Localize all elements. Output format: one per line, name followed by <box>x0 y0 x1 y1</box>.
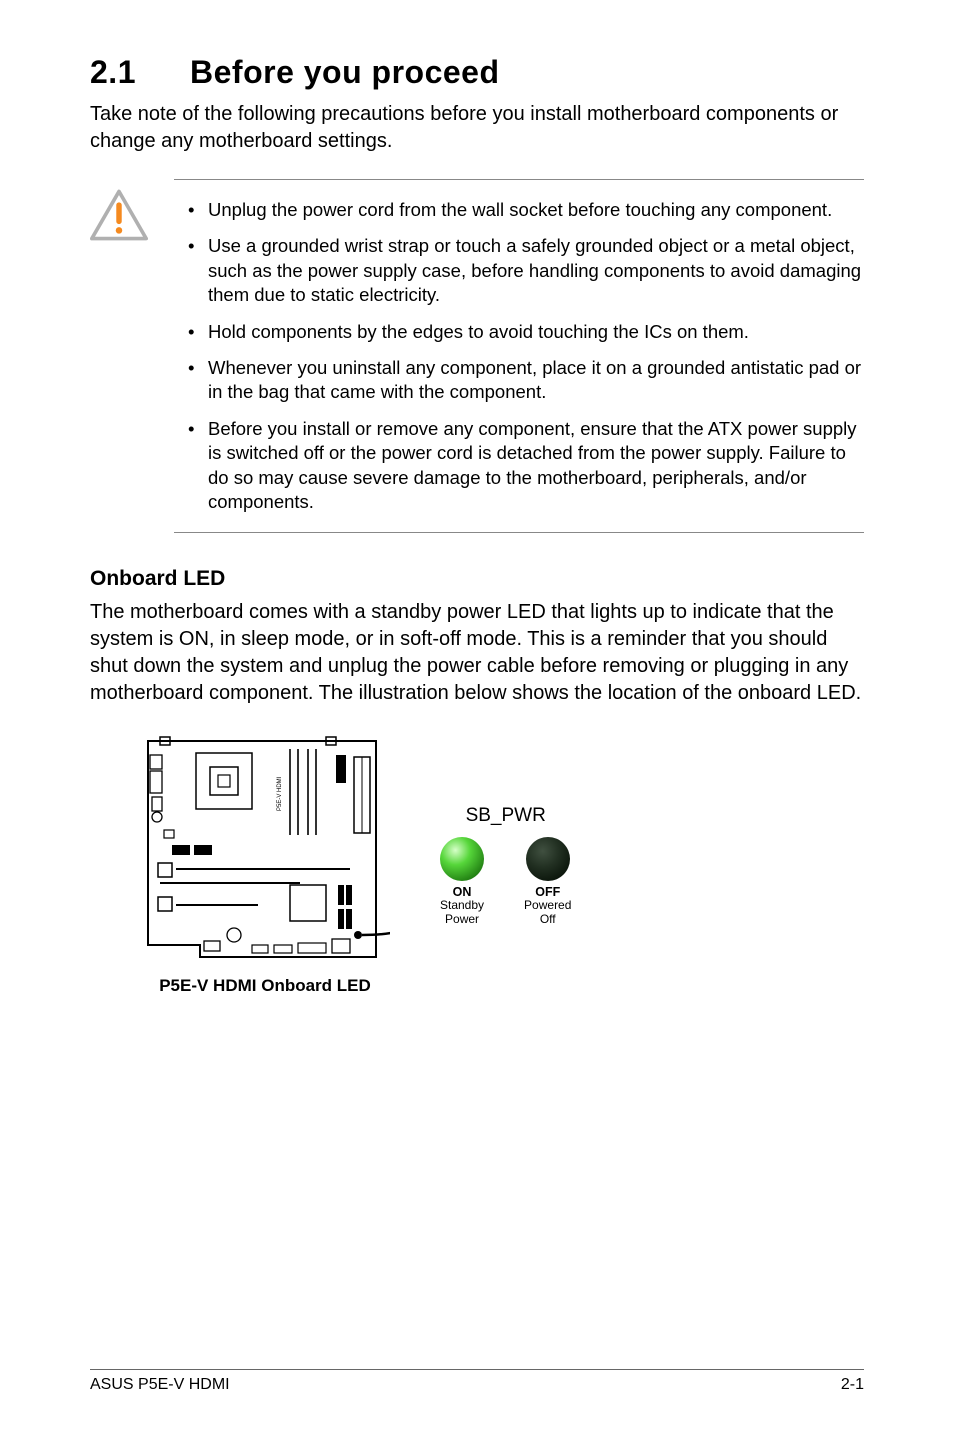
caution-item: Whenever you uninstall any component, pl… <box>174 350 864 411</box>
led-header-label: SB_PWR <box>466 805 546 827</box>
section-number: 2.1 <box>90 54 190 91</box>
led-off-sub1: Powered <box>524 898 571 912</box>
led-on-sub2: Power <box>445 912 479 926</box>
led-off-item: OFF Powered Off <box>524 837 571 927</box>
caution-item: Use a grounded wrist strap or touch a sa… <box>174 228 864 313</box>
led-on-subtext: Standby Power <box>440 899 484 927</box>
intro-paragraph: Take note of the following precautions b… <box>90 101 864 155</box>
led-off-subtext: Powered Off <box>524 899 571 927</box>
caution-item: Unplug the power cord from the wall sock… <box>174 192 864 228</box>
page: 2.1Before you proceed Take note of the f… <box>0 0 954 1438</box>
section-title: Before you proceed <box>190 54 500 90</box>
led-off-icon <box>526 837 570 881</box>
footer-page-number: 2-1 <box>841 1376 864 1394</box>
svg-text:P5E-V HDMI: P5E-V HDMI <box>277 777 283 812</box>
onboard-led-heading: Onboard LED <box>90 567 864 591</box>
caution-icon <box>90 189 150 246</box>
motherboard-illustration: P5E-V HDMI <box>140 735 390 996</box>
board-caption: P5E-V HDMI Onboard LED <box>140 976 390 996</box>
led-diagram: P5E-V HDMI <box>140 735 864 996</box>
led-legend: SB_PWR ON Standby Power OFF Powered Off <box>440 805 571 927</box>
page-footer: ASUS P5E-V HDMI 2-1 <box>90 1369 864 1394</box>
led-on-sub1: Standby <box>440 898 484 912</box>
footer-left: ASUS P5E-V HDMI <box>90 1376 230 1394</box>
onboard-led-paragraph: The motherboard comes with a standby pow… <box>90 599 864 707</box>
section-heading: 2.1Before you proceed <box>90 54 864 91</box>
caution-item: Hold components by the edges to avoid to… <box>174 314 864 350</box>
led-off-label: OFF <box>535 885 560 899</box>
caution-block: Unplug the power cord from the wall sock… <box>90 179 864 533</box>
led-on-icon <box>440 837 484 881</box>
caution-list: Unplug the power cord from the wall sock… <box>174 179 864 533</box>
led-on-label: ON <box>453 885 472 899</box>
led-on-item: ON Standby Power <box>440 837 484 927</box>
caution-item: Before you install or remove any compone… <box>174 411 864 521</box>
led-off-sub2: Off <box>540 912 556 926</box>
